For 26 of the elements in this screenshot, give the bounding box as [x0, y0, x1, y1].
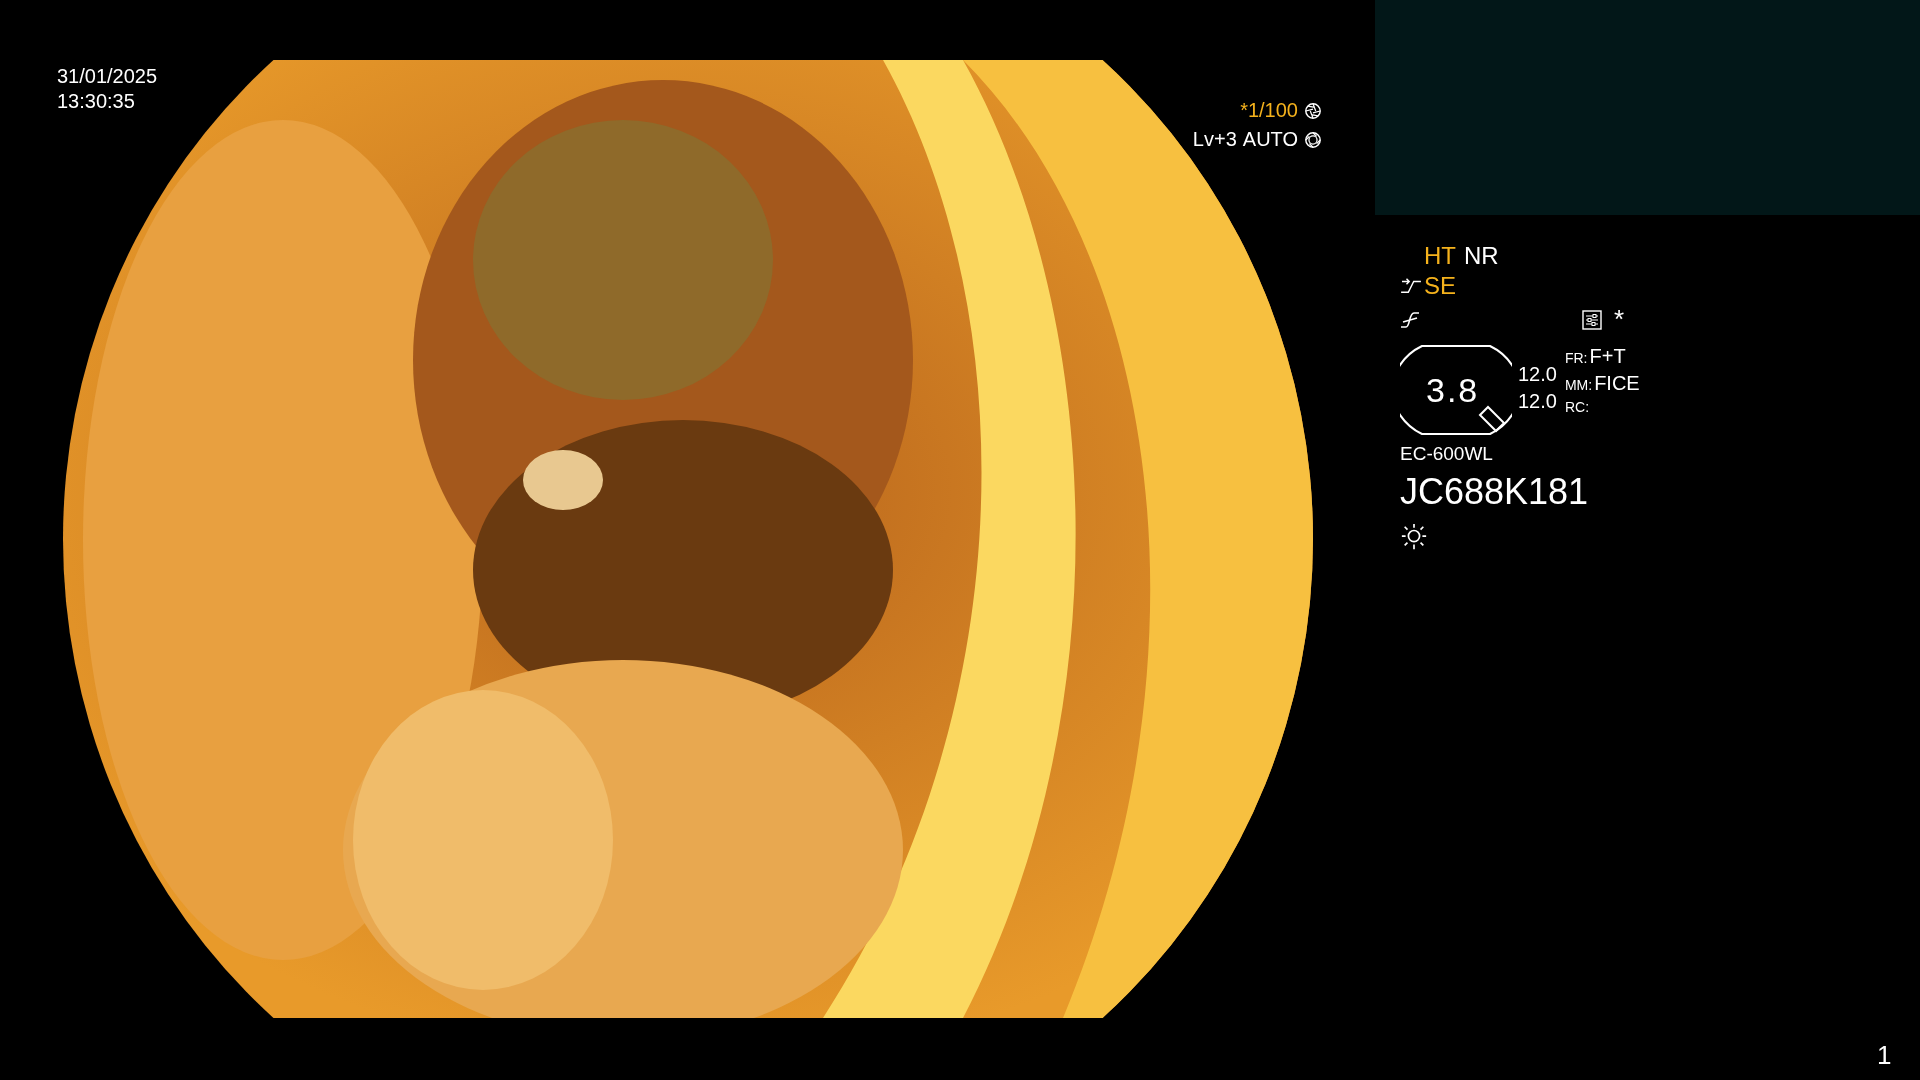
setting-value: F+T — [1589, 345, 1626, 368]
setting-label: MM: — [1564, 377, 1593, 393]
time-text: 13:30:35 — [57, 89, 136, 114]
page-number: 1 — [1877, 1040, 1892, 1071]
zoom-reading: 12.0 — [1518, 363, 1557, 386]
brightness-level-text: Lv+3 — [1192, 128, 1237, 151]
exposure-mode-text: AUTO — [1242, 128, 1298, 151]
setting-value: FICE — [1594, 372, 1640, 395]
asterisk-indicator: * — [1614, 304, 1625, 335]
shutter-speed-text: *1/100 — [1240, 99, 1298, 122]
nr-indicator: NR — [1464, 242, 1499, 270]
curve-arrow-icon — [1400, 277, 1422, 295]
sliders-icon — [1582, 309, 1602, 330]
aperture-icon — [1304, 130, 1322, 149]
zoom-reading: 12.0 — [1518, 390, 1557, 413]
se-indicator: SE — [1424, 272, 1456, 300]
date-text: 31/01/2025 — [57, 64, 158, 89]
ht-indicator: HT — [1424, 242, 1456, 270]
zoom-value: 3.8 — [1426, 371, 1480, 410]
setting-label: FR: — [1564, 350, 1588, 366]
scope-serial: JC688K181 — [1400, 471, 1589, 513]
scope-model: EC-600WL — [1400, 443, 1493, 465]
setting-label: RC: — [1564, 399, 1590, 415]
lamp-icon — [1400, 523, 1428, 551]
aperture-icon — [1304, 101, 1322, 120]
curve-icon — [1400, 309, 1420, 330]
